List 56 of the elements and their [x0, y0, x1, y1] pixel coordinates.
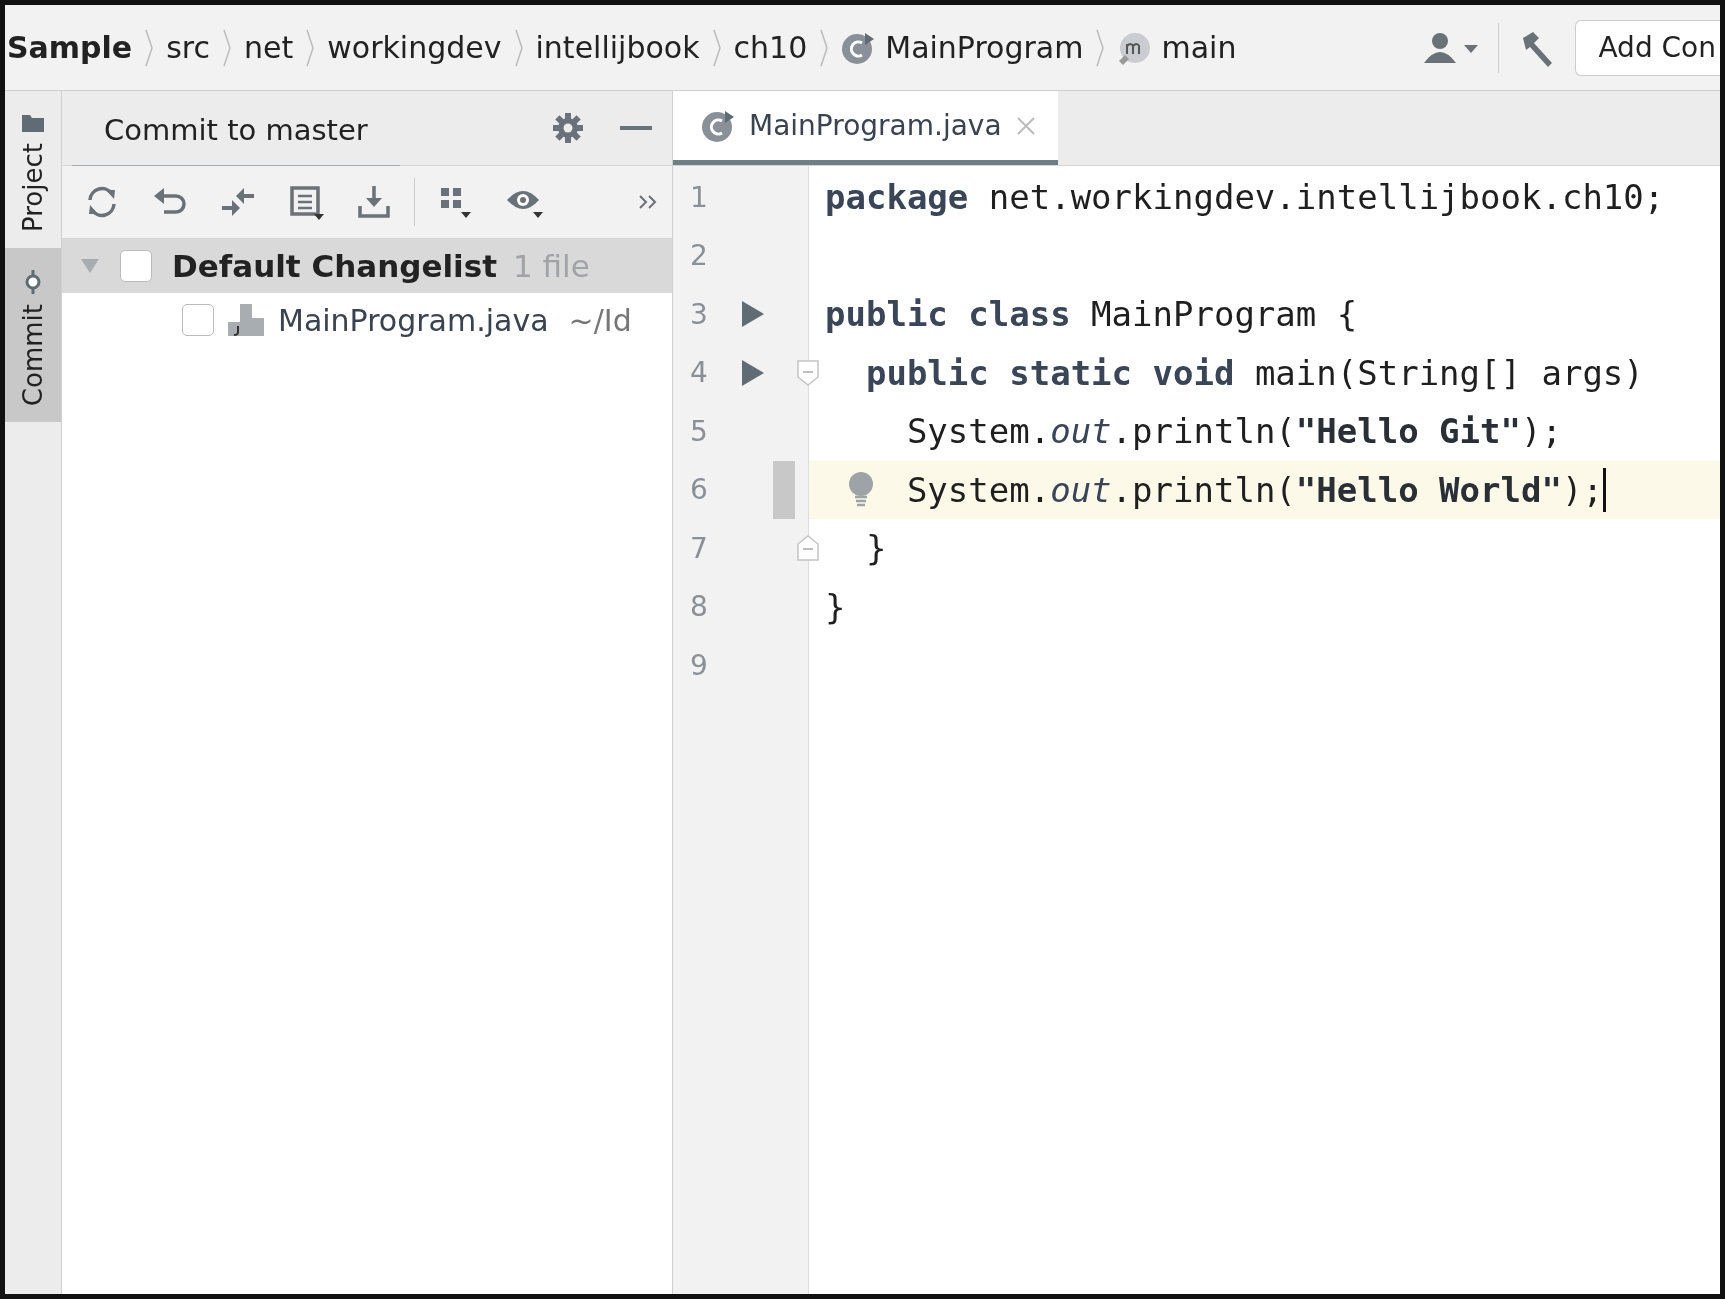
code-line: System.out.println("Hello World"); — [905, 469, 1603, 510]
run-icon[interactable] — [741, 358, 765, 387]
breadcrumb-item[interactable]: intellijbook — [535, 30, 700, 65]
class-icon — [701, 108, 735, 143]
editor-tab[interactable]: MainProgram.java — [673, 91, 1058, 165]
code-line: package net.workingdev.intellijbook.ch10; — [824, 177, 1665, 218]
change-marker[interactable] — [773, 460, 795, 519]
line-number: 1 — [689, 180, 709, 214]
download-icon[interactable] — [356, 184, 392, 220]
line-number: 7 — [689, 531, 709, 565]
line-number: 9 — [689, 648, 709, 682]
breadcrumb-item[interactable]: workingdev — [327, 30, 502, 65]
code-line: public static void main(String[] args) — [864, 352, 1644, 393]
document-icon[interactable] — [288, 184, 324, 220]
line-number: 8 — [689, 590, 709, 624]
more-icon[interactable] — [638, 194, 658, 210]
lightbulb-icon[interactable] — [847, 470, 875, 509]
chevron-icon — [222, 27, 233, 68]
line-number: 2 — [689, 239, 709, 273]
line-number: 4 — [689, 356, 709, 390]
breadcrumb-item[interactable]: src — [166, 30, 211, 65]
tool-window-tab[interactable]: Commit — [5, 247, 61, 423]
file-count: 1 file — [513, 248, 590, 284]
line-number: 3 — [689, 297, 709, 331]
tool-window-tab[interactable]: Project — [5, 91, 61, 248]
code-line: } — [864, 528, 887, 569]
chevron-icon — [711, 27, 722, 68]
run-icon[interactable] — [741, 300, 765, 329]
chevron-icon — [1095, 27, 1106, 68]
add-configuration-button[interactable]: Add Con — [1575, 19, 1720, 76]
line-number: 6 — [689, 473, 709, 507]
settings-icon[interactable] — [552, 112, 584, 144]
minimize-icon[interactable] — [620, 125, 652, 131]
code-line: System.out.println("Hello Git"); — [905, 411, 1562, 452]
checkbox[interactable] — [120, 250, 152, 282]
method-icon — [1117, 30, 1152, 65]
breadcrumb-item[interactable]: ch10 — [733, 30, 808, 65]
class-icon — [841, 30, 876, 65]
breadcrumb-item[interactable]: main — [1161, 30, 1237, 65]
breadcrumb-item[interactable]: MainProgram — [885, 30, 1084, 65]
code-line: } — [824, 586, 846, 627]
chevron-icon — [819, 27, 830, 68]
breadcrumb-item[interactable]: net — [244, 30, 294, 65]
java-file-icon — [226, 302, 266, 338]
changelist-row[interactable]: Default Changelist 1 file — [62, 239, 672, 293]
chevron-icon — [513, 27, 524, 68]
checkbox[interactable] — [182, 304, 214, 336]
file-name[interactable]: MainProgram.java — [278, 302, 549, 338]
line-number: 5 — [689, 414, 709, 448]
file-path: ~/Id — [568, 302, 632, 338]
folder-icon — [21, 113, 45, 133]
changelist-name: Default Changelist — [172, 248, 497, 284]
breadcrumb-item[interactable]: Sample — [7, 30, 133, 65]
code-line: public class MainProgram { — [824, 294, 1358, 335]
chevron-icon — [144, 27, 155, 68]
chevron-icon — [305, 27, 316, 68]
